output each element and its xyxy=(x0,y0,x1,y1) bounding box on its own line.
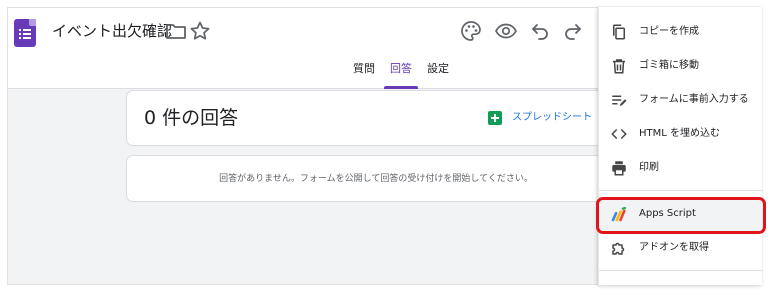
menu-item-print[interactable]: 印刷 xyxy=(599,151,762,185)
menu-item-get-addons[interactable]: アドオンを取得 xyxy=(599,231,762,265)
active-tab-indicator xyxy=(384,86,418,89)
menu-item-label: ゴミ箱に移動 xyxy=(639,60,699,71)
forms-app-icon[interactable] xyxy=(14,19,36,47)
folder-icon[interactable] xyxy=(164,19,188,43)
more-options-menu: コピーを作成 ゴミ箱に移動 フォームに事前入力する HTML を埋め込む 印刷 … xyxy=(598,7,762,285)
empty-responses-card: 回答がありません。フォームを公開して回答の受け付けを開始してください。 xyxy=(126,155,626,202)
menu-divider xyxy=(599,270,762,271)
menu-item-prefill-form[interactable]: フォームに事前入力する xyxy=(599,83,762,117)
form-title[interactable]: イベント出欠確認 xyxy=(52,21,172,41)
code-icon xyxy=(610,125,628,143)
menu-item-label: HTML を埋め込む xyxy=(639,128,721,139)
menu-item-make-copy[interactable]: コピーを作成 xyxy=(599,15,762,49)
link-to-sheets-link[interactable]: スプレッドシート xyxy=(512,111,592,125)
tab-settings[interactable]: 設定 xyxy=(427,62,449,76)
tab-questions[interactable]: 質問 xyxy=(353,62,375,76)
star-icon[interactable] xyxy=(188,19,212,43)
menu-item-label: アドオンを取得 xyxy=(639,242,709,253)
trash-icon xyxy=(610,57,628,75)
apps-script-highlight-box xyxy=(596,197,766,234)
sheets-icon[interactable] xyxy=(488,111,502,125)
menu-divider xyxy=(599,190,762,191)
responses-summary-card: 0 件の回答 スプレッドシート xyxy=(126,90,626,146)
eye-icon[interactable] xyxy=(494,19,518,43)
palette-icon[interactable] xyxy=(459,19,483,43)
redo-icon[interactable] xyxy=(561,19,585,43)
menu-item-label: 印刷 xyxy=(639,162,659,173)
tab-responses[interactable]: 回答 xyxy=(390,62,412,76)
menu-item-move-to-trash[interactable]: ゴミ箱に移動 xyxy=(599,49,762,83)
addon-icon xyxy=(610,239,628,257)
prefill-icon xyxy=(610,91,628,109)
menu-item-label: コピーを作成 xyxy=(639,26,699,37)
response-count: 0 件の回答 xyxy=(144,107,239,129)
undo-icon[interactable] xyxy=(528,19,552,43)
menu-item-embed-html[interactable]: HTML を埋め込む xyxy=(599,117,762,151)
menu-item-label: フォームに事前入力する xyxy=(639,94,749,105)
print-icon xyxy=(610,159,628,177)
copy-icon xyxy=(610,23,628,41)
empty-state-message: 回答がありません。フォームを公開して回答の受け付けを開始してください。 xyxy=(219,174,533,184)
